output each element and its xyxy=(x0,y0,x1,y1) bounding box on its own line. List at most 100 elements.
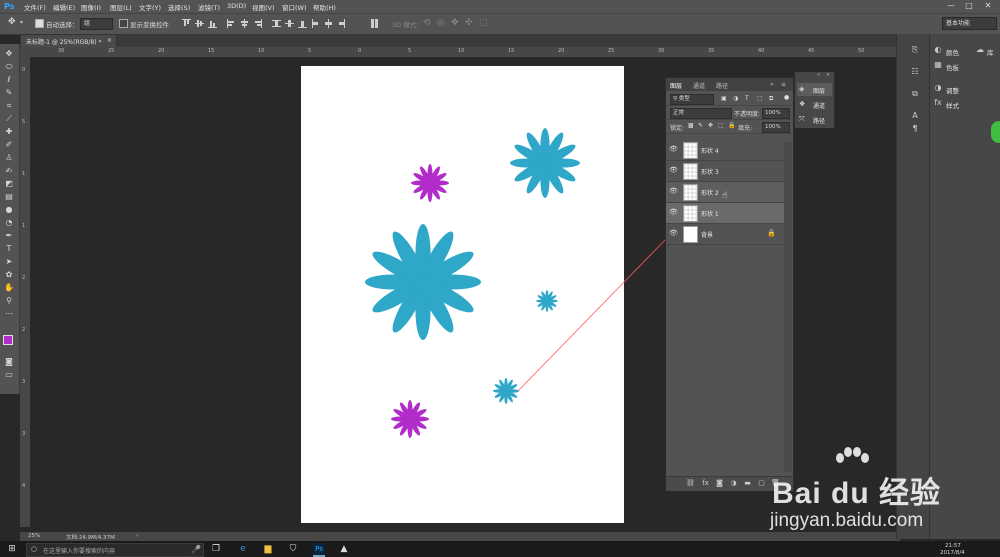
layer-name: 形状 2 xyxy=(701,190,719,197)
visibility-eye-icon[interactable]: 👁 xyxy=(669,230,678,237)
tab-channels[interactable]: 通道 xyxy=(693,81,705,90)
adjustment-layer-icon[interactable]: ◑ xyxy=(729,479,738,488)
dock-library-label[interactable]: 库 xyxy=(987,47,994,57)
flower-center xyxy=(545,299,549,303)
hand-cursor-icon: ☝ xyxy=(722,191,728,201)
sub-panel-paths[interactable]: ⤧ 路径 xyxy=(797,113,832,126)
sub-panel-collapse-icon[interactable]: « xyxy=(817,72,820,78)
photos-icon[interactable]: ▲ xyxy=(338,543,350,555)
styles-icon[interactable]: fx xyxy=(932,97,944,108)
link-icon[interactable]: ⛓ xyxy=(686,479,695,488)
layer-name: 背景 xyxy=(701,232,714,239)
lock-label: 锁定: xyxy=(670,125,685,132)
group-folder-icon[interactable]: ▬ xyxy=(743,479,752,488)
visibility-eye-icon[interactable]: 👁 xyxy=(669,188,678,195)
zoom-level[interactable]: 25% xyxy=(28,533,40,539)
paths-icon: ⤧ xyxy=(799,115,805,123)
filter-toggle-icon[interactable]: ● xyxy=(784,94,789,101)
status-bar: 25% 文档:24.9M/4.37M › xyxy=(20,532,900,541)
layer-name: 形状 4 xyxy=(701,148,719,155)
filter-type-icon[interactable]: T xyxy=(745,95,749,102)
lock-all-icon[interactable]: 🔒 xyxy=(728,122,735,129)
lock-pixels-icon[interactable]: ✎ xyxy=(698,122,703,129)
adjustments-icon[interactable]: ◑ xyxy=(932,82,944,93)
microphone-icon[interactable]: 🎤 xyxy=(191,545,201,554)
sub-panel-label: 图层 xyxy=(813,88,826,95)
flower-center xyxy=(414,273,432,291)
dock-swatches-label[interactable]: 色板 xyxy=(946,62,959,72)
lock-transparency-icon[interactable]: ▩ xyxy=(688,122,694,129)
blend-mode-dropdown[interactable]: 正常 xyxy=(670,108,732,119)
panel-collapse-icon[interactable]: » xyxy=(770,81,774,88)
clock-time: 21:57 xyxy=(945,543,961,549)
lock-position-icon[interactable]: ✥ xyxy=(708,122,713,129)
sub-panel-layers[interactable]: ◈ 图层 xyxy=(797,83,832,96)
filter-adjustment-icon[interactable]: ◑ xyxy=(733,95,738,102)
character-panel-icon[interactable]: A xyxy=(909,110,921,121)
search-placeholder: 在这里输入你要搜索的内容 xyxy=(43,548,116,555)
baidu-watermark: Bai du 经验 jingyan.baidu.com xyxy=(770,446,995,542)
dock-adjustments-label[interactable]: 调整 xyxy=(946,85,959,95)
fill-input[interactable]: 100% xyxy=(762,122,790,133)
channels-icon: ❖ xyxy=(799,100,806,108)
filter-kind-dropdown[interactable]: ⚲ 类型 xyxy=(670,94,714,105)
flower-shape-2 xyxy=(391,400,429,438)
new-layer-icon[interactable]: ▢ xyxy=(757,479,766,488)
taskbar-search[interactable]: ○ 在这里输入你要搜索的内容 🎤 xyxy=(26,543,204,557)
edge-browser-icon[interactable]: e xyxy=(237,543,249,555)
mask-icon[interactable]: ◙ xyxy=(715,479,724,488)
taskbar-clock[interactable]: 21:57 2017/8/4 xyxy=(935,543,985,556)
flower-center xyxy=(539,157,551,169)
windows-start-icon[interactable]: ⊞ xyxy=(6,543,18,555)
tab-layers[interactable]: 图层 xyxy=(670,81,682,90)
dock-styles-label[interactable]: 样式 xyxy=(946,100,959,110)
library-icon[interactable]: ☁ xyxy=(974,44,986,55)
photoshop-taskbar-icon[interactable]: Ps xyxy=(313,543,325,557)
drag-guide-line xyxy=(517,236,669,392)
sub-panel-label: 通道 xyxy=(813,103,826,110)
filter-smart-object-icon[interactable]: ⧉ xyxy=(769,95,773,103)
paragraph-panel-icon[interactable]: ¶ xyxy=(909,123,921,134)
visibility-eye-icon[interactable]: 👁 xyxy=(669,146,678,153)
clone-source-icon[interactable]: ⧉ xyxy=(909,88,921,99)
layer-row-background[interactable]: 👁 背景 🔒 xyxy=(666,224,784,245)
floating-badge[interactable] xyxy=(991,121,1000,143)
document-info: 文档:24.9M/4.37M xyxy=(66,535,115,541)
layers-scrollbar[interactable] xyxy=(784,142,792,472)
status-arrow-icon[interactable]: › xyxy=(136,533,138,539)
layers-panel: 图层 通道 路径 » ≡ ⚲ 类型 ▣ ◑ T ⬚ ⧉ ● 正常 不透明度: 1… xyxy=(665,77,794,491)
flower-shape-4 xyxy=(510,128,580,198)
opacity-label: 不透明度: xyxy=(734,111,761,118)
opacity-input[interactable]: 100% xyxy=(762,108,790,119)
layer-row-shape-3[interactable]: 👁 形状 3 xyxy=(666,161,784,182)
flower-shape-small xyxy=(536,290,558,312)
color-palette-icon[interactable]: ◐ xyxy=(932,44,944,55)
history-panel-icon[interactable]: ⎘ xyxy=(909,44,921,55)
swatches-icon[interactable]: ▦ xyxy=(932,59,944,70)
visibility-eye-icon[interactable]: 👁 xyxy=(669,209,678,216)
layer-name: 形状 1 xyxy=(701,211,719,218)
layer-filter-row: ⚲ 类型 ▣ ◑ T ⬚ ⧉ ● xyxy=(666,92,793,106)
store-icon[interactable]: ⛉ xyxy=(287,543,299,555)
properties-panel-icon[interactable]: ☷ xyxy=(909,66,921,77)
panel-menu-icon[interactable]: ≡ xyxy=(781,81,786,88)
sub-panel-close-icon[interactable]: × xyxy=(826,72,830,78)
sub-panel-channels[interactable]: ❖ 通道 xyxy=(797,98,832,111)
filter-shape-icon[interactable]: ⬚ xyxy=(757,95,763,102)
lock-artboard-icon[interactable]: ⬚ xyxy=(718,122,724,129)
visibility-eye-icon[interactable]: 👁 xyxy=(669,167,678,174)
layer-row-shape-4[interactable]: 👁 形状 4 xyxy=(666,140,784,161)
tab-paths[interactable]: 路径 xyxy=(716,81,728,90)
filter-pixel-icon[interactable]: ▣ xyxy=(721,95,727,102)
sub-panel-label: 路径 xyxy=(813,118,826,125)
file-explorer-icon[interactable]: ▆ xyxy=(262,543,274,555)
task-view-icon[interactable]: ❐ xyxy=(210,543,222,555)
layer-row-shape-2[interactable]: 👁 形状 2 ☝ xyxy=(666,182,784,203)
flower-center xyxy=(504,389,508,393)
fx-icon[interactable]: fx xyxy=(701,479,710,488)
layer-name: 形状 3 xyxy=(701,169,719,176)
clock-date: 2017/8/4 xyxy=(940,550,965,556)
layer-thumbnail xyxy=(683,205,698,222)
layer-row-shape-1[interactable]: 👁 形状 1 xyxy=(666,203,784,224)
dock-color-label[interactable]: 颜色 xyxy=(946,47,959,57)
